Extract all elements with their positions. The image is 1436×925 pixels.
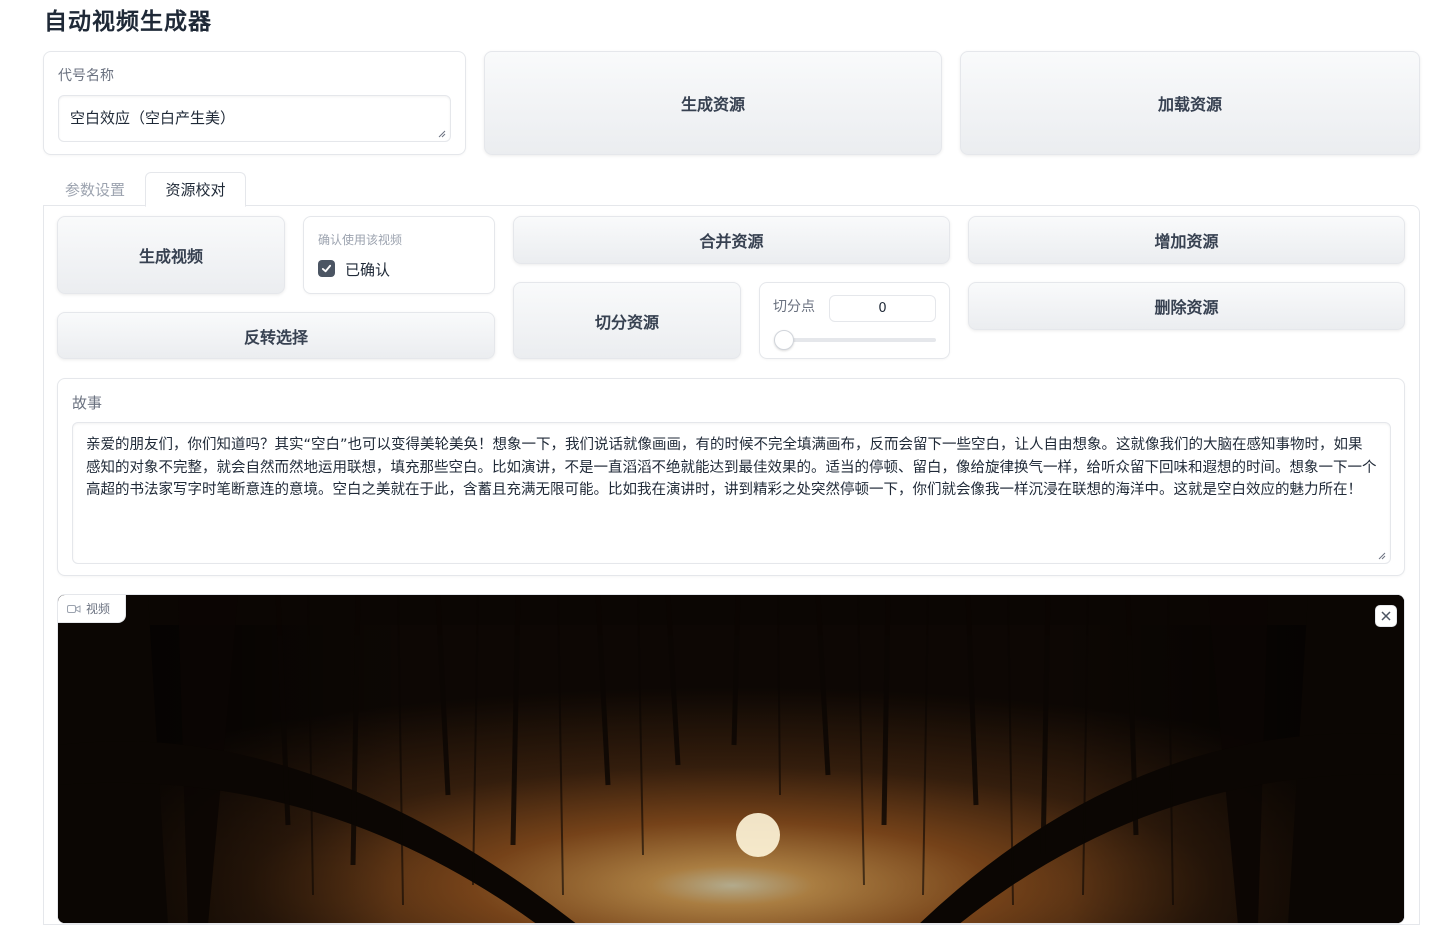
app-title: 自动视频生成器 [44,9,212,35]
delete-resources-button[interactable]: 删除资源 [968,282,1405,330]
story-block: 故事 亲爱的朋友们，你们知道吗？其实“空白”也可以变得美轮美奂！想象一下，我们说… [57,378,1405,576]
video-player[interactable]: 视频 [57,594,1405,924]
split-point-label: 切分点 [773,299,815,315]
code-name-value: 空白效应（空白产生美） [70,109,236,127]
load-resources-button[interactable]: 加载资源 [960,51,1420,155]
split-resources-button[interactable]: 切分资源 [513,282,741,359]
merge-resources-button[interactable]: 合并资源 [513,216,950,264]
split-point-slider-track[interactable] [774,338,936,342]
video-close-button[interactable] [1375,605,1397,627]
confirm-checkbox[interactable] [318,260,335,277]
story-label: 故事 [72,394,103,412]
split-point-slider-thumb[interactable] [774,330,794,350]
video-label-badge: 视频 [58,595,126,623]
confirm-checkbox-label[interactable]: 已确认 [345,259,390,280]
video-camera-icon [67,604,81,613]
invert-selection-button[interactable]: 反转选择 [57,312,495,359]
story-textarea[interactable]: 亲爱的朋友们，你们知道吗？其实“空白”也可以变得美轮美奂！想象一下，我们说话就像… [72,422,1391,564]
checkmark-icon [321,264,332,273]
video-frame-image [58,595,1404,923]
resize-grip-icon[interactable] [438,130,446,138]
tab-params[interactable]: 参数设置 [50,173,140,206]
resize-grip-icon[interactable] [1378,552,1386,560]
video-label: 视频 [86,602,111,616]
split-point-input[interactable]: 0 [829,295,936,322]
confirm-video-label: 确认使用该视频 [318,233,403,247]
code-name-block: 代号名称 空白效应（空白产生美） [43,51,466,155]
confirm-video-block: 确认使用该视频 已确认 [303,216,495,294]
generate-resources-button[interactable]: 生成资源 [484,51,942,155]
split-point-block: 切分点 0 [759,282,950,359]
story-text: 亲爱的朋友们，你们知道吗？其实“空白”也可以变得美轮美奂！想象一下，我们说话就像… [86,437,1377,498]
code-name-label: 代号名称 [58,68,114,84]
close-icon [1381,611,1391,621]
tab-resource-review[interactable]: 资源校对 [145,172,246,207]
generate-video-button[interactable]: 生成视频 [57,216,285,294]
code-name-input[interactable]: 空白效应（空白产生美） [58,95,451,142]
add-resources-button[interactable]: 增加资源 [968,216,1405,264]
